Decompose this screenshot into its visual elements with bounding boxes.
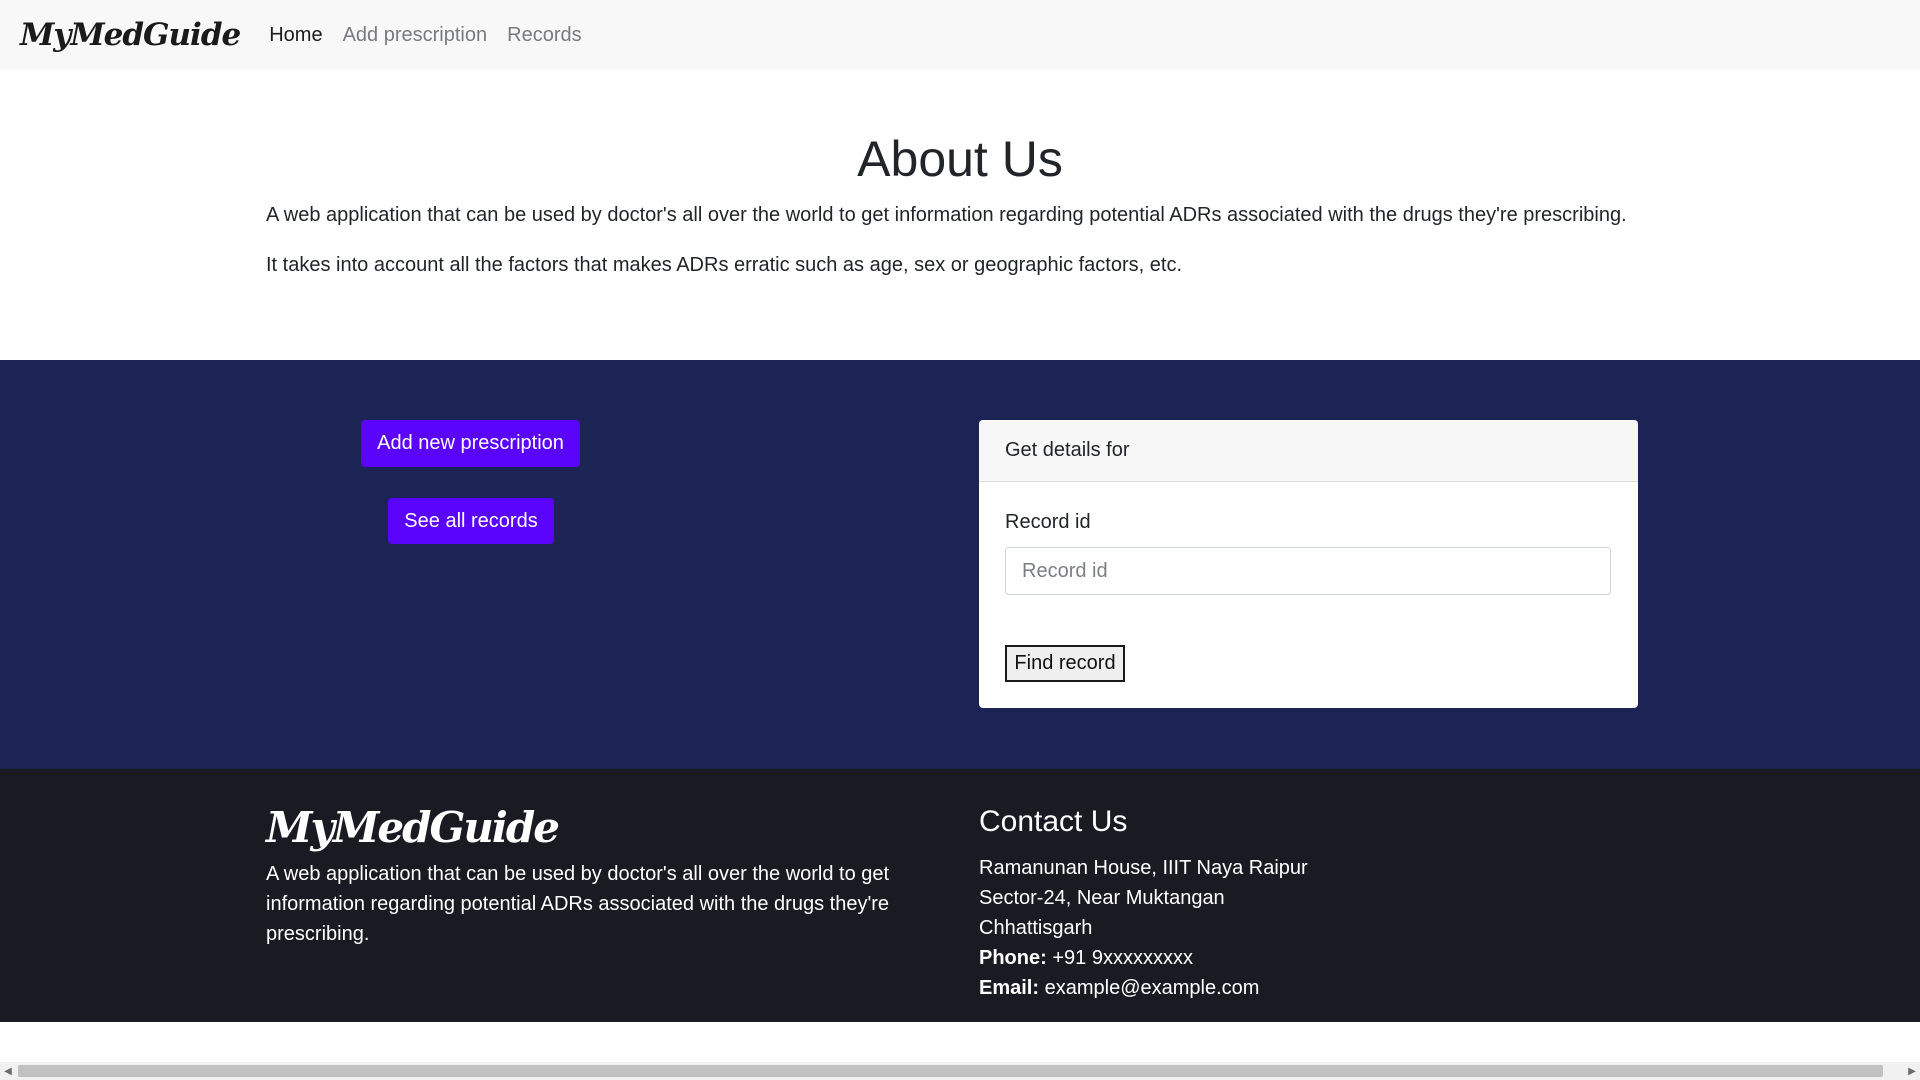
email-value: example@example.com xyxy=(1044,977,1260,999)
phone-value: +91 9xxxxxxxxx xyxy=(1052,947,1193,969)
phone-label: Phone: xyxy=(979,947,1047,969)
about-title: About Us xyxy=(857,131,1063,187)
add-new-prescription-button[interactable]: Add new prescription xyxy=(361,420,580,467)
see-all-records-button[interactable]: See all records xyxy=(388,498,554,544)
record-id-label: Record id xyxy=(1005,511,1091,533)
nav-link-add-prescription[interactable]: Add prescription xyxy=(343,24,488,47)
find-record-button[interactable]: Find record xyxy=(1005,645,1125,682)
record-lookup-card: Get details for Record id Find record xyxy=(979,420,1638,708)
record-id-input[interactable] xyxy=(1005,547,1611,595)
contact-title: Contact Us xyxy=(979,805,1128,838)
about-section: About Us A web application that can be u… xyxy=(0,70,1920,360)
about-paragraph-2: It takes into account all the factors th… xyxy=(266,254,1182,276)
top-navbar: MyMedGuide Home Add prescription Records xyxy=(0,0,1920,70)
scrollbar-thumb[interactable] xyxy=(18,1065,1883,1077)
brand-logo[interactable]: MyMedGuide xyxy=(20,17,241,53)
card-header: Get details for xyxy=(979,420,1638,482)
email-label: Email: xyxy=(979,977,1040,999)
phone-line: Phone: +91 9xxxxxxxxx xyxy=(979,943,1308,973)
scroll-right-arrow-icon[interactable]: ▶ xyxy=(1904,1062,1920,1080)
nav-link-home[interactable]: Home xyxy=(269,24,322,47)
actions-band: Add new prescription See all records Get… xyxy=(0,360,1920,769)
footer-description: A web application that can be used by do… xyxy=(266,863,890,945)
address-line-2: Sector-24, Near Muktangan xyxy=(979,887,1225,909)
footer: MyMedGuide A web application that can be… xyxy=(0,769,1920,1022)
address-line-1: Ramanunan House, IIIT Naya Raipur xyxy=(979,857,1308,879)
scroll-left-arrow-icon[interactable]: ◀ xyxy=(0,1062,16,1080)
contact-details: Ramanunan House, IIIT Naya Raipur Sector… xyxy=(979,853,1308,1003)
horizontal-scrollbar[interactable]: ◀ ▶ xyxy=(0,1062,1920,1080)
email-line: Email: example@example.com xyxy=(979,973,1308,1003)
address-line-3: Chhattisgarh xyxy=(979,917,1093,939)
nav-link-records[interactable]: Records xyxy=(507,24,581,47)
about-paragraph-1: A web application that can be used by do… xyxy=(266,204,1627,226)
footer-brand-logo: MyMedGuide xyxy=(266,803,560,852)
